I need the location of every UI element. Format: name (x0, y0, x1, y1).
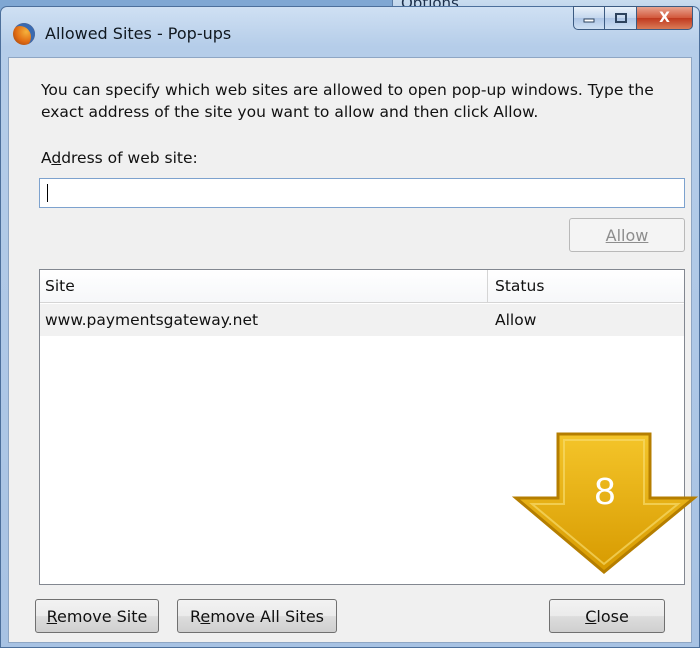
remove-all-sites-button[interactable]: Remove All Sites (177, 599, 337, 633)
caption-buttons: X (573, 6, 693, 32)
maximize-button[interactable] (605, 6, 637, 30)
description-text: You can specify which web sites are allo… (41, 81, 654, 121)
allow-button[interactable]: Allow (569, 218, 685, 252)
site-cell: www.paymentsgateway.net (45, 311, 259, 329)
close-label: Close (585, 606, 629, 626)
remove-site-button[interactable]: Remove Site (35, 599, 159, 633)
text-caret (47, 184, 48, 202)
column-header-status[interactable]: Status (488, 270, 684, 302)
close-window-button[interactable]: X (637, 6, 693, 30)
address-label: Address of web site: (41, 149, 198, 167)
close-button[interactable]: Close (549, 599, 665, 633)
step-number: 8 (594, 471, 616, 513)
list-header: Site Status (40, 270, 684, 303)
remove-all-label: Remove All Sites (190, 606, 324, 626)
title-bar[interactable]: Allowed Sites - Pop-ups X (1, 6, 699, 59)
maximize-icon (614, 13, 627, 23)
dialog-title: Allowed Sites - Pop-ups (45, 24, 232, 43)
list-row[interactable]: www.paymentsgateway.net Allow (40, 304, 684, 336)
firefox-icon (13, 23, 35, 45)
address-input[interactable] (39, 178, 685, 208)
close-icon: X (659, 10, 670, 26)
allow-label: Allow (605, 225, 649, 245)
column-header-site[interactable]: Site (40, 270, 488, 302)
status-cell: Allow (495, 311, 537, 329)
remove-site-label: Remove Site (46, 606, 148, 626)
minimize-button[interactable] (573, 6, 605, 30)
minimize-icon (583, 18, 595, 23)
step-arrow-annotation: 8 (511, 432, 699, 576)
